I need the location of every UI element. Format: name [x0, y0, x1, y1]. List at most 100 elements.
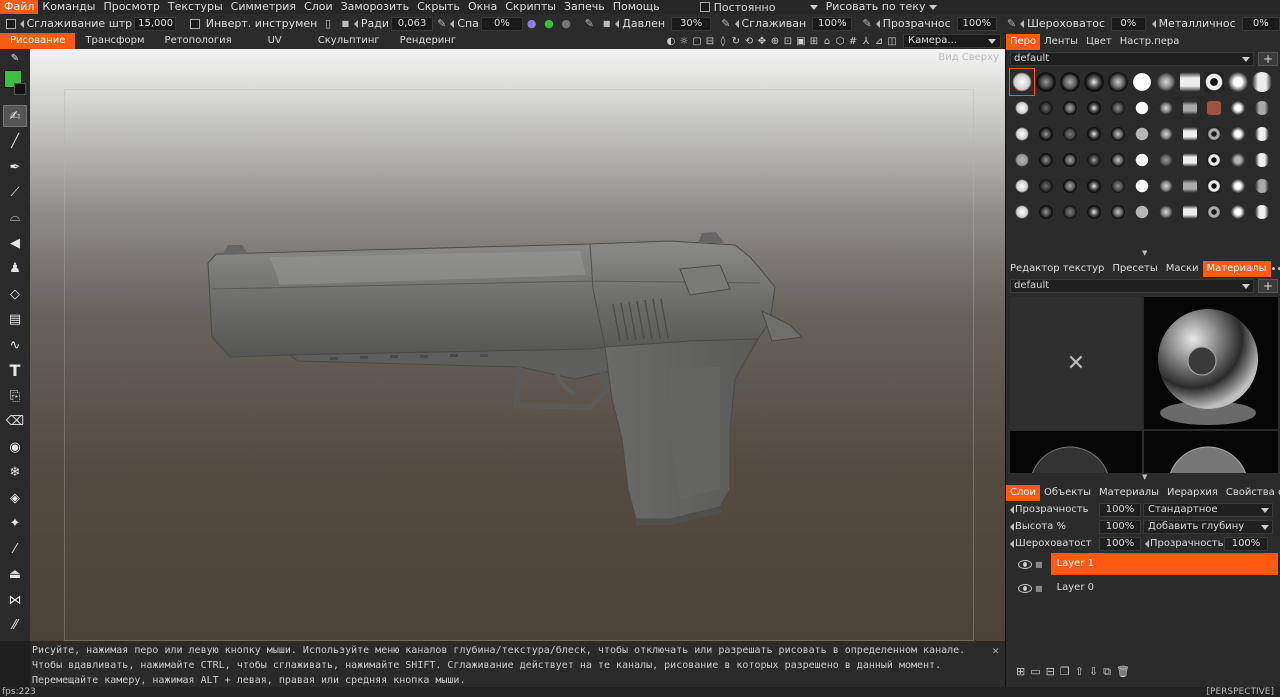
tab-hierarchy[interactable]: Иерархия: [1163, 485, 1222, 501]
mode-selector[interactable]: Постоянно: [699, 1, 818, 14]
lock-icon[interactable]: ■: [339, 17, 352, 31]
mode-checkbox[interactable]: [699, 2, 710, 12]
lasso-tool-icon[interactable]: ◇: [3, 283, 27, 305]
copy-icon[interactable]: ⧉: [1103, 665, 1111, 679]
smooth-stroke-checkbox[interactable]: [6, 18, 16, 29]
material-steel-sphere[interactable]: [1144, 431, 1278, 473]
tab-strips[interactable]: Ленты: [1040, 34, 1082, 50]
brush-alpha-thumb[interactable]: [1106, 69, 1130, 95]
brush-alpha-thumb[interactable]: [1130, 121, 1154, 147]
brush-alpha-thumb[interactable]: [1130, 69, 1154, 95]
invert-tool-checkbox[interactable]: [190, 18, 200, 29]
refresh-icon[interactable]: ⟲: [743, 34, 755, 48]
room-uv[interactable]: UV: [242, 33, 308, 49]
brush-alpha-thumb[interactable]: [1178, 147, 1202, 173]
brush-alpha-thumb[interactable]: [1034, 121, 1058, 147]
material-dark-sphere[interactable]: [1010, 431, 1142, 473]
layer-opacity-value[interactable]: 100%: [1099, 502, 1141, 517]
gloss-sphere-icon[interactable]: ●: [560, 17, 573, 31]
clone-tool-icon[interactable]: ⎘: [3, 385, 27, 407]
lock-icon[interactable]: ■: [1035, 560, 1043, 569]
brush-alpha-thumb[interactable]: [1178, 95, 1202, 121]
zoom-icon[interactable]: ⊕: [769, 34, 781, 48]
brush-alpha-thumb[interactable]: [1250, 121, 1274, 147]
decrease-arrow-icon[interactable]: [1145, 539, 1149, 548]
pistol-model[interactable]: [30, 49, 1005, 641]
green-sphere-icon[interactable]: ●: [542, 17, 555, 31]
brush-alpha-thumb[interactable]: [1058, 147, 1082, 173]
brush-alpha-thumb[interactable]: [1202, 199, 1226, 225]
duplicate-icon[interactable]: ❐: [1060, 665, 1070, 679]
iron-tool-icon[interactable]: ⏏: [3, 563, 27, 585]
brush-alpha-thumb[interactable]: [1154, 95, 1178, 121]
menu-freeze[interactable]: Заморозить: [337, 0, 413, 14]
brush-alpha-thumb[interactable]: [1130, 95, 1154, 121]
brush-alpha-thumb[interactable]: [1154, 199, 1178, 225]
frame-icon[interactable]: ▢: [691, 34, 703, 48]
stamp-tool-icon[interactable]: ♟: [3, 257, 27, 279]
decrease-arrow-icon[interactable]: [1010, 505, 1014, 514]
decrease-arrow-icon[interactable]: [19, 19, 24, 28]
brush-alpha-thumb[interactable]: [1106, 95, 1130, 121]
brush-alpha-thumb[interactable]: [1034, 69, 1058, 95]
decrease-arrow-icon[interactable]: [1010, 539, 1014, 548]
merge-down-icon[interactable]: ⇩: [1089, 665, 1098, 679]
brush-preset-dropdown[interactable]: default: [1010, 52, 1254, 66]
brush-alpha-thumb[interactable]: [1154, 173, 1178, 199]
airbrush-tool-icon[interactable]: ◀: [3, 232, 27, 254]
pen-icon[interactable]: ✎: [860, 17, 873, 31]
brush-alpha-thumb[interactable]: [1058, 199, 1082, 225]
roughness-value[interactable]: 0%: [1111, 16, 1146, 31]
brush-alpha-thumb[interactable]: [1226, 173, 1250, 199]
delete-layer-icon[interactable]: ⊟: [1046, 665, 1055, 679]
brush-alpha-thumb[interactable]: [1202, 173, 1226, 199]
brush-alpha-thumb[interactable]: [1130, 173, 1154, 199]
brush-alpha-thumb[interactable]: [1250, 173, 1274, 199]
more-icon[interactable]: •••: [1271, 264, 1280, 275]
paint-tool-icon[interactable]: ⟋: [3, 181, 27, 203]
close-icon[interactable]: ✕: [992, 643, 999, 658]
tab-layers[interactable]: Слои: [1006, 485, 1040, 501]
image-icon[interactable]: ▣: [795, 34, 807, 48]
add-layer-icon[interactable]: ⊞: [1016, 665, 1025, 679]
paint-mode-dropdown[interactable]: Рисовать по теку: [822, 0, 942, 14]
scroll-down-icon[interactable]: ▼: [1142, 473, 1147, 481]
brush-alpha-thumb[interactable]: [1250, 147, 1274, 173]
room-transform[interactable]: Трансформ: [75, 33, 154, 49]
room-render[interactable]: Рендеринг: [390, 33, 466, 49]
metalness-value[interactable]: 0%: [1241, 16, 1280, 31]
smudge-tool-icon[interactable]: ⌓: [3, 206, 27, 228]
layer-opacity2-value[interactable]: 100%: [1224, 536, 1268, 551]
home-icon[interactable]: ⌂: [821, 34, 833, 48]
brush-alpha-thumb[interactable]: [1202, 147, 1226, 173]
brush-tip-icon[interactable]: ✎: [3, 51, 27, 65]
tab-brush[interactable]: Перо: [1006, 34, 1041, 50]
brush-alpha-thumb[interactable]: [1226, 147, 1250, 173]
tab-layer-properties[interactable]: Свойства сл: [1222, 485, 1280, 501]
decrease-arrow-icon[interactable]: [1151, 19, 1156, 28]
drop-icon[interactable]: ◊: [717, 34, 729, 48]
brush-alpha-thumb[interactable]: [1058, 69, 1082, 95]
brush-alpha-thumb[interactable]: [1130, 199, 1154, 225]
decrease-arrow-icon[interactable]: [875, 19, 880, 28]
brush-alpha-thumb[interactable]: [1154, 121, 1178, 147]
brush-alpha-thumb[interactable]: [1058, 95, 1082, 121]
eye-tool-icon[interactable]: ◉: [3, 436, 27, 458]
scroll-down-icon[interactable]: ▼: [1142, 249, 1147, 257]
tab-materials[interactable]: Материалы: [1202, 261, 1271, 277]
folder-icon[interactable]: ▭: [1030, 665, 1040, 679]
decrease-arrow-icon[interactable]: [1010, 522, 1014, 531]
pen-tool-icon[interactable]: ✒: [3, 156, 27, 178]
brush-alpha-thumb[interactable]: [1226, 199, 1250, 225]
menu-bake[interactable]: Запечь: [560, 0, 609, 14]
brush-alpha-thumb[interactable]: [1034, 95, 1058, 121]
brush-alpha-thumb[interactable]: [1178, 121, 1202, 147]
brush-alpha-thumb[interactable]: [1010, 95, 1034, 121]
brush-alpha-thumb[interactable]: [1202, 69, 1226, 95]
menu-symmetry[interactable]: Симметрия: [227, 0, 300, 14]
add-brush-button[interactable]: +: [1258, 52, 1278, 66]
hash-icon[interactable]: #: [847, 34, 859, 48]
brush-alpha-thumb[interactable]: [1034, 147, 1058, 173]
brush-alpha-thumb[interactable]: [1082, 69, 1106, 95]
sun-icon[interactable]: ☼: [678, 34, 690, 48]
